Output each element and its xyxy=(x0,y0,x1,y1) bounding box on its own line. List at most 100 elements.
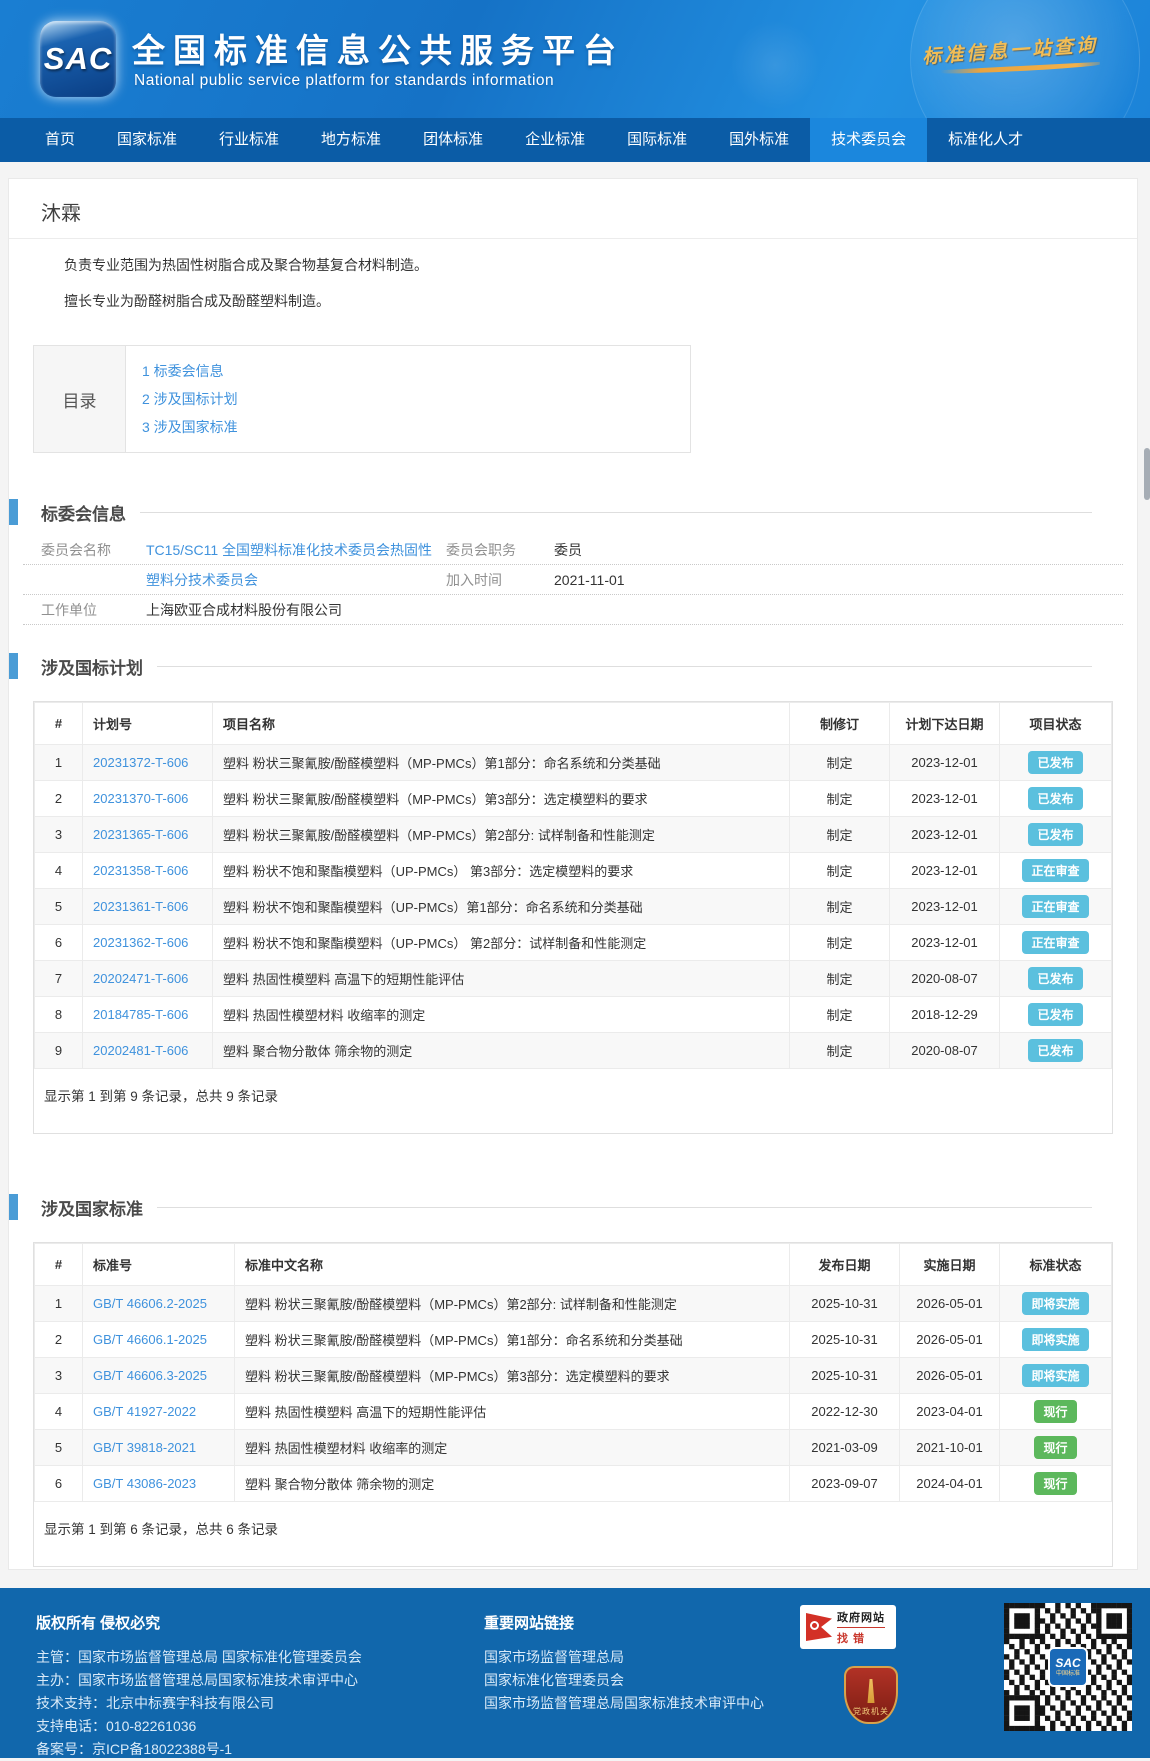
cell-pub_date: 2025-10-31 xyxy=(790,1286,900,1322)
nav-item-6[interactable]: 国际标准 xyxy=(606,118,708,162)
cell-num: 3 xyxy=(35,1358,83,1394)
standard-id-link[interactable]: GB/T 46606.1-2025 xyxy=(93,1332,207,1347)
standard-id-link[interactable]: 20231365-T-606 xyxy=(93,827,188,842)
section-title-committee: 标委会信息 xyxy=(41,500,126,525)
cell-num: 4 xyxy=(35,853,83,889)
standards-table-header-row: #标准号标准中文名称发布日期实施日期标准状态 xyxy=(35,1244,1112,1286)
cell-pub_date: 2021-03-09 xyxy=(790,1430,900,1466)
cell-num: 8 xyxy=(35,997,83,1033)
section-head-committee: 标委会信息 xyxy=(9,499,1137,525)
section-bar-icon xyxy=(9,1194,18,1220)
standard-name: 塑料 粉状三聚氰胺/酚醛模塑料（MP-PMCs）第2部分: 试样制备和性能测定 xyxy=(213,817,790,853)
nav-item-7[interactable]: 国外标准 xyxy=(708,118,810,162)
footer-line-4: 备案号：京ICP备18022388号-1 xyxy=(36,1738,1150,1761)
section-title-standards: 涉及国家标准 xyxy=(41,1195,143,1220)
standard-id-link[interactable]: GB/T 43086-2023 xyxy=(93,1476,196,1491)
toc-link-1[interactable]: 1 标委会信息 xyxy=(142,357,690,385)
cell-impl_date: 2026-05-01 xyxy=(900,1286,1000,1322)
standard-name: 塑料 粉状不饱和聚酯模塑料（UP-PMCs）第1部分：命名系统和分类基础 xyxy=(213,889,790,925)
toc-link-3[interactable]: 3 涉及国家标准 xyxy=(142,413,690,441)
column-header: 计划下达日期 xyxy=(890,703,1000,745)
toc-box: 目录 1 标委会信息2 涉及国标计划3 涉及国家标准 xyxy=(33,345,691,453)
cell-pub_date: 2022-12-30 xyxy=(790,1394,900,1430)
content-card: 沐霖 负责专业范围为热固性树脂合成及聚合物基复合材料制造。 擅长专业为酚醛树脂合… xyxy=(8,178,1138,1570)
qr-logo-text: SAC xyxy=(1055,1657,1080,1670)
standard-name: 塑料 粉状不饱和聚酯模塑料（UP-PMCs） 第2部分：试样制备和性能测定 xyxy=(213,925,790,961)
party-emblem-icon xyxy=(864,1679,878,1703)
toc-link-2[interactable]: 2 涉及国标计划 xyxy=(142,385,690,413)
standard-name: 塑料 热固性模塑材料 收缩率的测定 xyxy=(213,997,790,1033)
cell-type: 制定 xyxy=(790,925,890,961)
standard-name: 塑料 粉状三聚氰胺/酚醛模塑料（MP-PMCs）第2部分: 试样制备和性能测定 xyxy=(235,1286,790,1322)
party-gov-org-badge[interactable]: 党政机关 xyxy=(844,1666,898,1724)
cell-num: 2 xyxy=(35,1322,83,1358)
scrollbar-thumb[interactable] xyxy=(1144,448,1150,500)
cell-date: 2023-12-01 xyxy=(890,817,1000,853)
committee-name-link-line2[interactable]: 塑料分技术委员会 xyxy=(146,572,258,588)
cell-date: 2018-12-29 xyxy=(890,997,1000,1033)
site-subtitle: National public service platform for sta… xyxy=(134,72,554,90)
nav-item-2[interactable]: 行业标准 xyxy=(198,118,300,162)
standards-table: #标准号标准中文名称发布日期实施日期标准状态 1GB/T 46606.2-202… xyxy=(34,1243,1112,1502)
footer-link-2[interactable]: 国家市场监督管理总局国家标准技术审评中心 xyxy=(484,1692,784,1715)
magnifier-flag-icon xyxy=(806,1613,832,1641)
status-badge: 已发布 xyxy=(1028,823,1082,846)
section-divider xyxy=(157,666,1092,667)
standard-id-link[interactable]: 20202471-T-606 xyxy=(93,971,188,986)
committee-join-label: 加入时间 xyxy=(446,570,554,590)
cell-impl_date: 2026-05-01 xyxy=(900,1358,1000,1394)
nav-item-9[interactable]: 标准化人才 xyxy=(927,118,1044,162)
cell-type: 制定 xyxy=(790,745,890,781)
column-header: 项目状态 xyxy=(1000,703,1112,745)
committee-role-value: 委员 xyxy=(554,540,582,560)
standard-id-link[interactable]: 20231361-T-606 xyxy=(93,899,188,914)
cell-impl_date: 2021-10-01 xyxy=(900,1430,1000,1466)
nav-item-0[interactable]: 首页 xyxy=(24,118,96,162)
standard-id-link[interactable]: GB/T 46606.2-2025 xyxy=(93,1296,207,1311)
standard-id-link[interactable]: GB/T 39818-2021 xyxy=(93,1440,196,1455)
standard-id-link[interactable]: 20231358-T-606 xyxy=(93,863,188,878)
gov-website-error-report-badge[interactable]: 政府网站 找错 xyxy=(800,1605,896,1649)
committee-role-label: 委员会职务 xyxy=(446,540,554,560)
section-divider xyxy=(140,512,1092,513)
plan-table-row: 420231358-T-606塑料 粉状不饱和聚酯模塑料（UP-PMCs） 第3… xyxy=(35,853,1112,889)
nav-item-1[interactable]: 国家标准 xyxy=(96,118,198,162)
standard-id-link[interactable]: GB/T 46606.3-2025 xyxy=(93,1368,207,1383)
footer-line-3: 支持电话：010-82261036 xyxy=(36,1715,1150,1738)
footer-link-0[interactable]: 国家市场监督管理总局 xyxy=(484,1646,784,1669)
column-header: 标准中文名称 xyxy=(235,1244,790,1286)
footer-links-column: 重要网站链接 国家市场监督管理总局国家标准化管理委员会国家市场监督管理总局国家标… xyxy=(484,1612,784,1715)
plan-table-row: 520231361-T-606塑料 粉状不饱和聚酯模塑料（UP-PMCs）第1部… xyxy=(35,889,1112,925)
standard-table-row: 4GB/T 41927-2022塑料 热固性模塑料 高温下的短期性能评估2022… xyxy=(35,1394,1112,1430)
nav-item-5[interactable]: 企业标准 xyxy=(504,118,606,162)
committee-name-link-line1[interactable]: TC15/SC11 全国塑料标准化技术委员会热固性 xyxy=(146,542,432,558)
page-title: 沐霖 xyxy=(41,197,1107,226)
profile-paragraph-2: 擅长专业为酚醛树脂合成及酚醛塑料制造。 xyxy=(64,291,1107,311)
nav-item-4[interactable]: 团体标准 xyxy=(402,118,504,162)
cell-type: 制定 xyxy=(790,961,890,997)
plan-table-row: 120231372-T-606塑料 粉状三聚氰胺/酚醛模塑料（MP-PMCs）第… xyxy=(35,745,1112,781)
standard-id-link[interactable]: 20231370-T-606 xyxy=(93,791,188,806)
plans-table-header-row: #计划号项目名称制修订计划下达日期项目状态 xyxy=(35,703,1112,745)
status-badge: 已发布 xyxy=(1028,751,1082,774)
plans-table-summary: 显示第 1 到第 9 条记录，总共 9 条记录 xyxy=(34,1069,1112,1133)
cell-date: 2023-12-01 xyxy=(890,889,1000,925)
nav-item-3[interactable]: 地方标准 xyxy=(300,118,402,162)
standard-id-link[interactable]: 20202481-T-606 xyxy=(93,1043,188,1058)
main-nav: 首页国家标准行业标准地方标准团体标准企业标准国际标准国外标准技术委员会标准化人才 xyxy=(0,118,1150,162)
cell-type: 制定 xyxy=(790,1033,890,1069)
plans-table-box: #计划号项目名称制修订计划下达日期项目状态 120231372-T-606塑料 … xyxy=(33,701,1113,1134)
nav-item-8[interactable]: 技术委员会 xyxy=(810,118,927,162)
column-header: 项目名称 xyxy=(213,703,790,745)
standard-id-link[interactable]: 20231362-T-606 xyxy=(93,935,188,950)
sac-logo-icon[interactable]: SAC xyxy=(40,21,116,97)
footer-link-1[interactable]: 国家标准化管理委员会 xyxy=(484,1669,784,1692)
column-header: # xyxy=(35,703,83,745)
column-header: 标准号 xyxy=(83,1244,235,1286)
plan-table-row: 620231362-T-606塑料 粉状不饱和聚酯模塑料（UP-PMCs） 第2… xyxy=(35,925,1112,961)
party-badge-label: 党政机关 xyxy=(853,1706,889,1717)
standard-id-link[interactable]: GB/T 41927-2022 xyxy=(93,1404,196,1419)
cell-type: 制定 xyxy=(790,853,890,889)
standard-id-link[interactable]: 20231372-T-606 xyxy=(93,755,188,770)
standard-id-link[interactable]: 20184785-T-606 xyxy=(93,1007,188,1022)
